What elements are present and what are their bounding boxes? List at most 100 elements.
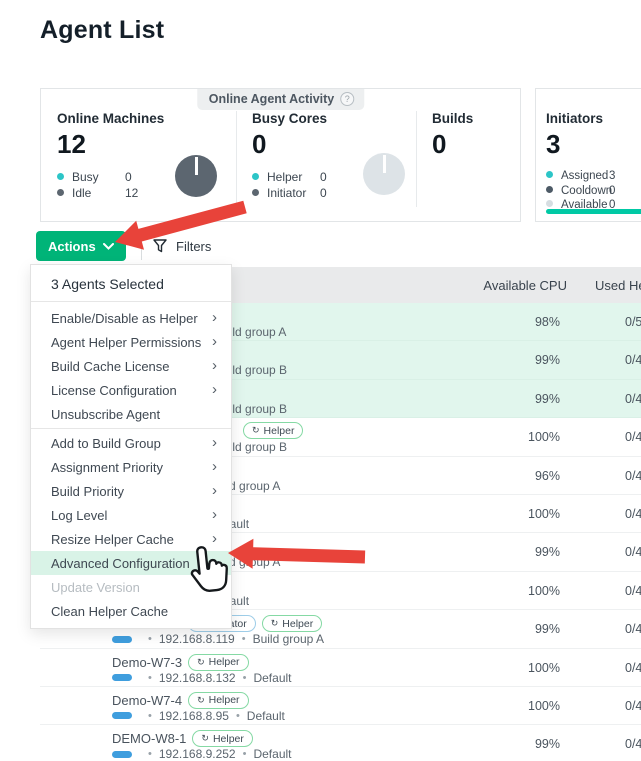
section-value: 3 <box>546 129 641 160</box>
available-cpu-value: 96% <box>535 469 560 483</box>
menu-item-assignment-priority[interactable]: Assignment Priority › <box>31 455 231 479</box>
actions-button-label: Actions <box>48 239 96 254</box>
busy-cores-donut-chart <box>363 153 405 195</box>
online-agent-activity-card: Online Agent Activity ? Online Machines … <box>40 88 521 222</box>
agent-build-group: Default <box>247 709 285 723</box>
section-value: 12 <box>57 129 236 160</box>
legend-label: Assigned <box>561 170 608 182</box>
menu-item-label: License Configuration <box>51 383 177 398</box>
table-row-demo-w8-1[interactable]: DEMO-W8-1↻Helper•192.168.9.252•Default99… <box>40 725 641 761</box>
legend-dot-icon <box>546 171 553 178</box>
bullet-separator: • <box>148 633 152 645</box>
available-cpu-value: 99% <box>535 353 560 367</box>
agent-build-group: Default <box>253 747 291 761</box>
submenu-chevron-icon: › <box>212 382 217 397</box>
menu-item-build-priority[interactable]: Build Priority› <box>31 479 231 503</box>
section-title: Initiators <box>546 111 641 126</box>
agent-build-group: Build group A <box>253 632 324 646</box>
online-machines-section: Online Machines 12 Busy0Idle12 <box>41 89 236 221</box>
submenu-chevron-icon: › <box>212 507 217 522</box>
agent-detail-line: •192.168.8.95•Default <box>112 709 285 723</box>
agent-build-group: Default <box>253 671 291 685</box>
used-helpers-value: 0/4 <box>625 353 641 367</box>
legend-item: Cooldown0 <box>546 184 641 199</box>
initiators-progress-bar <box>546 209 641 214</box>
agent-detail-line: •192.168.9.252•Default <box>112 747 292 761</box>
badge-label: Helper <box>209 656 240 668</box>
menu-item-resize-helper-cache[interactable]: Resize Helper Cache› <box>31 527 231 551</box>
column-used-helpers[interactable]: Used Help <box>595 278 641 293</box>
used-helpers-value: 0/4 <box>625 699 641 713</box>
menu-item-build-cache-license[interactable]: Build Cache License› <box>31 354 231 378</box>
table-row-demo-w7-3[interactable]: Demo-W7-3↻Helper•192.168.8.132•Default10… <box>40 649 641 687</box>
filters-button[interactable]: Filters <box>152 238 211 254</box>
used-helpers-value: 0/5 <box>625 315 641 329</box>
menu-item-advanced-configuration[interactable]: Advanced Configuration <box>31 551 231 575</box>
menu-item-license-configuration[interactable]: License Configuration › <box>31 378 231 402</box>
column-available-cpu[interactable]: Available CPU <box>483 278 567 293</box>
bullet-separator: • <box>148 748 152 760</box>
available-cpu-value: 100% <box>528 430 560 444</box>
submenu-chevron-icon: › <box>212 310 217 325</box>
menu-item-label: Unsubscribe Agent <box>51 407 160 422</box>
agent-ip: 192.168.8.132 <box>159 671 236 685</box>
available-cpu-value: 99% <box>535 622 560 636</box>
helper-badge-icon: ↻ <box>252 426 260 435</box>
submenu-chevron-icon: › <box>212 531 217 546</box>
table-row-demo-w7-4[interactable]: Demo-W7-4↻Helper•192.168.8.95•Default100… <box>40 687 641 725</box>
used-helpers-value: 0/4 <box>625 737 641 751</box>
legend-dot-icon <box>57 173 64 180</box>
agent-name-line: Demo-W7-3 ↻ Helper <box>112 654 249 671</box>
legend-value: 0 <box>320 185 327 201</box>
builds-section: Builds 0 <box>416 89 522 221</box>
agent-ip: 192.168.8.119 <box>159 632 235 646</box>
bullet-separator: • <box>148 672 152 684</box>
toolbar-divider <box>141 232 142 260</box>
legend-item: Assigned3 <box>546 169 641 184</box>
menu-item-add-to-build-group[interactable]: Add to Build Group› <box>31 431 231 455</box>
used-helpers-value: 0/4 <box>625 622 641 636</box>
os-windows-pill-icon <box>112 712 132 719</box>
bullet-separator: • <box>243 672 247 684</box>
legend-value: 0 <box>320 169 327 185</box>
legend-label: Initiator <box>267 186 306 200</box>
actions-button[interactable]: Actions <box>36 231 126 261</box>
menu-divider <box>31 428 231 429</box>
filters-label: Filters <box>176 239 211 254</box>
available-cpu-value: 100% <box>528 661 560 675</box>
actions-dropdown-menu: 3 Agents Selected Enable/Disable as Help… <box>30 264 232 629</box>
used-helpers-value: 0/4 <box>625 469 641 483</box>
legend-label: Cooldown <box>561 185 612 197</box>
legend-dot-icon <box>57 189 64 196</box>
bullet-separator: • <box>236 710 240 722</box>
menu-item-label: Update Version <box>51 580 140 595</box>
used-helpers-value: 0/4 <box>625 507 641 521</box>
menu-item-label: Assignment Priority <box>51 460 163 475</box>
menu-item-agent-helper-permissions[interactable]: Agent Helper Permissions› <box>31 330 231 354</box>
initiators-card: Initiators 3 Assigned3Cooldown0Available… <box>535 88 641 222</box>
used-helpers-value: 0/4 <box>625 392 641 406</box>
menu-item-label: Advanced Configuration <box>51 556 190 571</box>
available-cpu-value: 99% <box>535 392 560 406</box>
used-helpers-value: 0/4 <box>625 430 641 444</box>
agent-ip: 192.168.8.95 <box>159 709 229 723</box>
menu-item-enable-disable-as-helper[interactable]: Enable/Disable as Helper › <box>31 306 231 330</box>
agent-ip: 192.168.9.252 <box>159 747 236 761</box>
badge-label: Helper <box>209 694 240 706</box>
section-title: Builds <box>432 111 522 126</box>
legend-dot-icon <box>546 200 553 207</box>
menu-item-update-version: Update Version <box>31 575 231 599</box>
agent-name: Demo-W7-3 <box>112 655 182 670</box>
menu-item-log-level[interactable]: Log Level› <box>31 503 231 527</box>
submenu-chevron-icon: › <box>212 459 217 474</box>
helper-badge-icon: ↻ <box>197 658 205 667</box>
helper-badge: ↻Helper <box>188 692 248 709</box>
menu-item-label: Enable/Disable as Helper <box>51 311 198 326</box>
available-cpu-value: 100% <box>528 699 560 713</box>
online-machines-donut-chart <box>175 155 217 197</box>
legend-value: 12 <box>125 185 138 201</box>
menu-item-unsubscribe-agent[interactable]: Unsubscribe Agent <box>31 402 231 426</box>
used-helpers-value: 0/4 <box>625 584 641 598</box>
menu-item-clean-helper-cache[interactable]: Clean Helper Cache <box>31 599 231 623</box>
legend-label: Busy <box>72 170 99 184</box>
